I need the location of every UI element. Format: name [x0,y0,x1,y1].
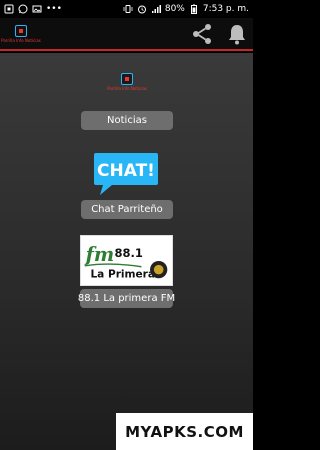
watermark-text: MYAPKS.COM [125,422,244,441]
more-dots-icon: ••• [46,4,62,14]
chat-bubble-icon[interactable]: CHAT! [92,151,160,197]
watermark: MYAPKS.COM [116,413,253,450]
app-logo-icon [15,24,27,37]
noticias-button[interactable]: Noticias [81,111,173,130]
status-time: 7:53 p. m. [202,4,249,14]
chat-parriteno-button[interactable]: Chat Parriteño [81,200,173,219]
radio-station-logo[interactable]: fm 88.1 La Primera [80,235,173,286]
center-logo: Parrilla Info Noticias [104,73,150,93]
status-left-icons: ••• [4,4,62,14]
notifications-icon[interactable] [227,23,247,45]
radio-button[interactable]: 88.1 La primera FM [78,289,175,308]
main-content: Parrilla Info Noticias Noticias CHAT! Ch… [0,53,253,450]
alarm-icon [137,5,146,14]
radio-logo-frequency: 88.1 [114,246,142,260]
image-icon [32,5,42,13]
status-right-icons: 80% 7:53 p. m. [123,4,249,14]
chat-bubble-text: CHAT! [97,161,155,181]
app-logo[interactable]: Parrilla Info Noticias [1,22,41,46]
app-logo-caption: Parrilla Info Noticias [1,37,41,43]
signal-icon [151,5,161,13]
app-bar: Parrilla Info Noticias [0,18,253,51]
whatsapp-icon [18,4,28,14]
battery-icon [190,4,197,14]
center-logo-icon [121,73,133,85]
vibrate-icon [123,5,133,13]
center-logo-caption: Parrilla Info Noticias [107,86,147,91]
app-bar-actions [191,23,247,45]
share-icon[interactable] [191,23,213,45]
radio-logo-fm: fm [84,243,115,266]
battery-percentage: 80% [164,4,185,14]
status-bar: ••• 80% 7:53 p. m. [0,0,253,18]
app-notification-icon [4,4,14,14]
radio-logo-name: La Primera [90,268,155,280]
